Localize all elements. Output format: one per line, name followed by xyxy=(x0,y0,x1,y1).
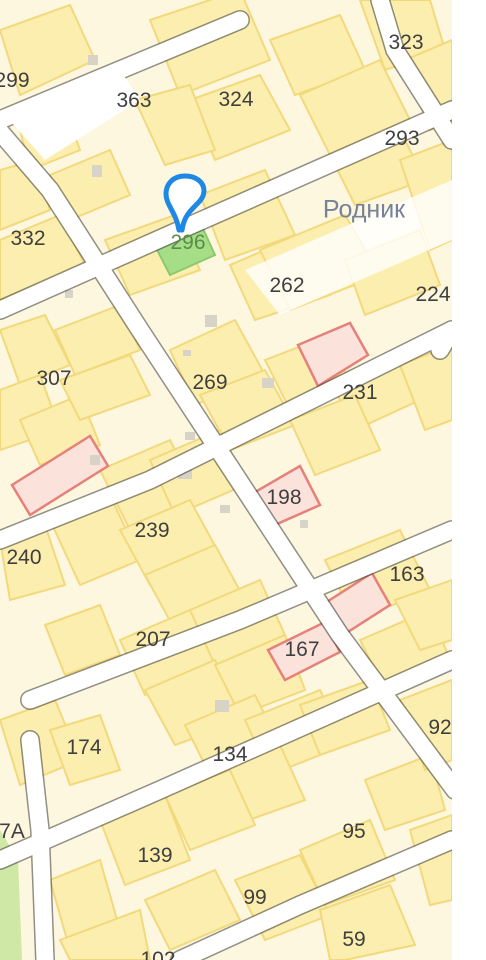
plot-label: 139 xyxy=(137,844,173,867)
plot-label: 324 xyxy=(218,88,254,111)
plot-label: 307 xyxy=(36,367,72,390)
plot-label: 323 xyxy=(388,31,424,54)
plot-label: 231 xyxy=(342,381,378,404)
location-pin-icon[interactable] xyxy=(160,172,210,242)
plot-label: 99 xyxy=(243,886,267,909)
plot-label: 299 xyxy=(0,69,30,92)
plot-label: 332 xyxy=(10,227,46,250)
plot-label: 134 xyxy=(212,743,248,766)
plot-label: 174 xyxy=(66,736,102,759)
plot-label: 269 xyxy=(192,371,228,394)
plot-label: 207 xyxy=(135,628,171,651)
plot-label: 240 xyxy=(6,546,42,569)
plot-label: 92 xyxy=(428,716,452,739)
locality-label: Родник xyxy=(322,195,406,224)
plot-label: 198 xyxy=(266,486,302,509)
plot-label: 363 xyxy=(116,89,152,112)
plot-label: 224 xyxy=(415,283,451,306)
plot-label: 167 xyxy=(284,638,320,661)
plot-label: 59 xyxy=(342,928,366,951)
plot-label: 7А xyxy=(0,820,25,843)
cadastral-map[interactable]: 299 323 363 324 293 332 296 Родник 262 2… xyxy=(0,0,452,960)
plot-label: 163 xyxy=(389,563,425,586)
plot-label: 95 xyxy=(342,820,366,843)
plot-label: 102 xyxy=(140,948,176,960)
right-edge-panel xyxy=(452,0,486,960)
plot-label: 262 xyxy=(269,274,305,297)
plot-label: 293 xyxy=(384,127,420,150)
plot-label: 239 xyxy=(134,519,170,542)
